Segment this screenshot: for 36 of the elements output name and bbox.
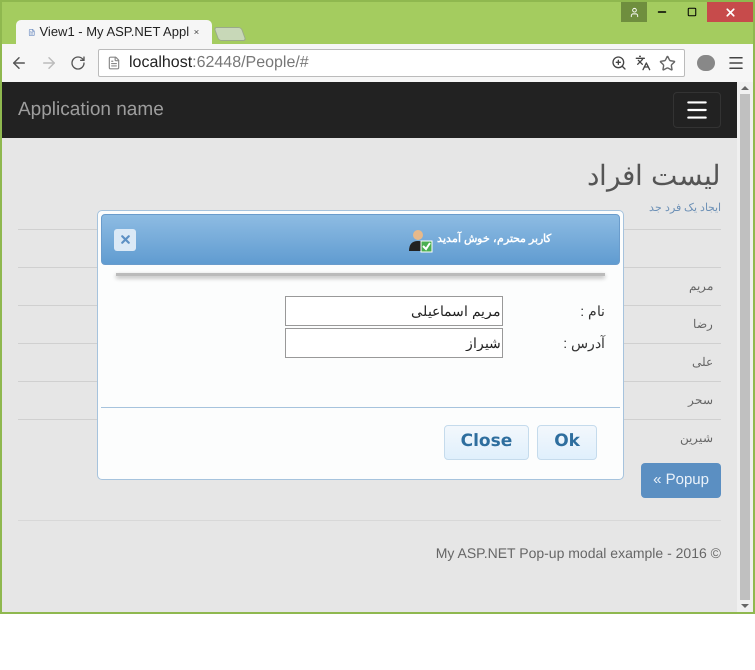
extension-icon[interactable] <box>697 55 715 71</box>
menu-icon[interactable] <box>727 54 745 72</box>
close-icon <box>118 233 132 246</box>
navbar-toggle-button[interactable] <box>673 92 721 128</box>
person-name: سحر <box>688 392 713 409</box>
person-name: رضا <box>693 316 713 333</box>
person-name: مریم <box>689 278 713 295</box>
close-icon <box>724 6 736 18</box>
back-icon[interactable] <box>10 54 28 72</box>
person-name: علی <box>692 354 713 371</box>
dialog-button[interactable]: Ok <box>537 424 597 460</box>
popup-button[interactable]: « Popup <box>641 462 721 498</box>
user-button[interactable] <box>621 2 647 22</box>
tab-title: View1 - My ASP.NET Appl <box>40 23 190 42</box>
url-host: localhost <box>129 53 192 73</box>
person-name: شیرین <box>680 430 713 447</box>
url-path: :62448/People/# <box>192 53 309 73</box>
footer-text: My ASP.NET Pop-up modal example - 2016 © <box>436 544 721 563</box>
address-bar[interactable]: localhost:62448/People/# <box>98 49 685 77</box>
field-label: نام : <box>579 302 605 322</box>
user-icon <box>628 6 640 18</box>
close-button[interactable] <box>707 2 753 22</box>
close-dialog-button[interactable] <box>114 228 136 250</box>
page-icon <box>107 56 121 70</box>
reload-icon[interactable] <box>70 55 86 71</box>
browser-tab[interactable]: View1 - My ASP.NET Appl <box>16 20 212 44</box>
field-label: آدرس : <box>562 334 605 354</box>
maximize-icon <box>687 7 697 17</box>
page-heading: لیست افراد <box>586 159 721 194</box>
translate-icon[interactable] <box>635 55 651 71</box>
dialog-button[interactable]: Close <box>444 424 530 460</box>
star-icon[interactable] <box>659 54 676 72</box>
dialog-title: کاربر محترم، خوش آمدید <box>436 231 551 248</box>
zoom-icon[interactable] <box>611 55 627 71</box>
brand-link[interactable]: Application name <box>18 96 164 124</box>
scrollbar[interactable] <box>737 82 753 612</box>
